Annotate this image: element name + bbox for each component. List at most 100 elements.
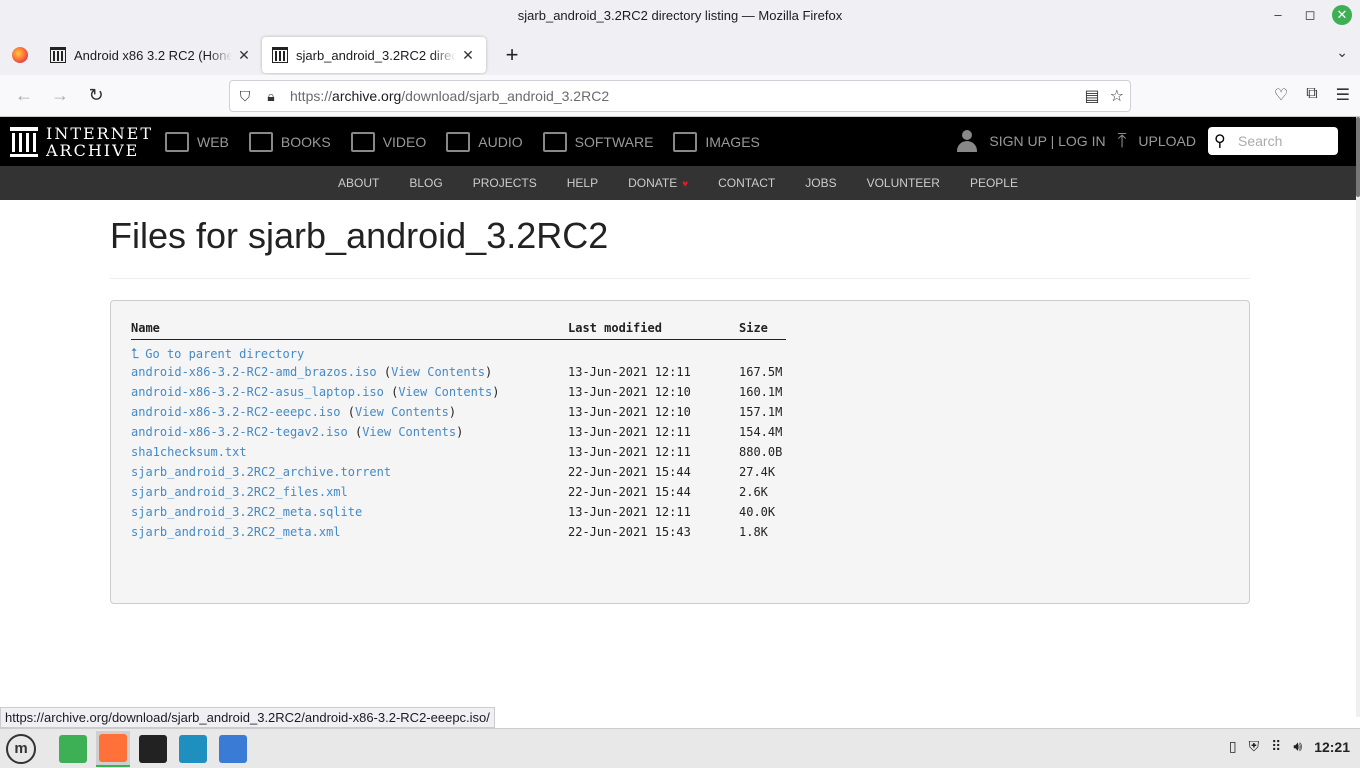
file-row: sjarb_android_3.2RC2_meta.sqlite 13-Jun-2… [131,502,786,522]
subnav-about[interactable]: ABOUT [338,176,379,190]
file-row: sjarb_android_3.2RC2_archive.torrent 22-J… [131,462,786,482]
list-all-tabs-icon[interactable]: ⌄ [1336,44,1348,61]
subnav-help[interactable]: HELP [567,176,598,190]
subnav-volunteer[interactable]: VOLUNTEER [867,176,940,190]
file-link[interactable]: android-x86-3.2-RC2-asus_laptop.iso [131,385,384,399]
reader-view-icon[interactable]: ▤ [1085,86,1100,106]
lock-icon[interactable]: 🔒︎ [260,88,282,105]
file-size: 880.0B [739,445,783,459]
file-link[interactable]: android-x86-3.2-RC2-amd_brazos.iso [131,365,377,379]
subnav-donate[interactable]: DONATE ♥ [628,176,688,190]
media-nav-label: IMAGES [705,133,760,150]
tab-close-icon[interactable]: ✕ [460,47,476,64]
taskbar-terminal[interactable] [136,731,170,767]
subnav-label: BLOG [409,176,443,190]
tab-close-icon[interactable]: ✕ [236,47,252,64]
files-icon [59,734,87,763]
column-header-name: Name [131,321,568,340]
media-nav-web[interactable]: WEB [165,131,229,152]
file-row: sha1checksum.txt 13-Jun-2021 12:11 880.0B [131,442,786,462]
clock[interactable]: 12:21 [1314,739,1350,755]
maximize-button[interactable]: ◻ [1300,5,1320,25]
directory-listing: Name Last modified Size ⮤ Go to parent di… [110,300,1250,604]
file-link[interactable]: android-x86-3.2-RC2-tegav2.iso [131,425,348,439]
subnav-label: VOLUNTEER [866,176,940,190]
minimize-button[interactable]: – [1268,5,1288,25]
file-link[interactable]: android-x86-3.2-RC2-eeepc.iso [131,405,341,419]
taskbar-system-monitor[interactable] [176,731,210,767]
subnav-blog[interactable]: BLOG [409,176,442,190]
parent-directory-icon[interactable]: ⮤ [131,346,139,362]
firefox-view-button[interactable] [0,34,40,75]
page-title: Files for sjarb_android_3.2RC2 [110,215,609,256]
media-nav-video[interactable]: VIDEO [350,131,426,152]
user-icon[interactable] [957,130,978,152]
subnav-jobs[interactable]: JOBS [805,176,836,190]
parent-directory-link[interactable]: Go to parent directory [145,347,304,361]
firefox-icon [99,733,127,762]
subnav-projects[interactable]: PROJECTS [473,176,537,190]
shield-icon[interactable]: ⛉ [234,88,256,105]
file-link[interactable]: sjarb_android_3.2RC2_files.xml [131,485,348,499]
taskbar-firefox[interactable] [96,730,130,767]
media-nav-books[interactable]: BOOKS [248,131,331,152]
file-size: 160.1M [739,385,783,399]
bookmark-star-icon[interactable]: ☆ [1110,86,1124,106]
subnav-people[interactable]: PEOPLE [970,176,1018,190]
security-shield-icon[interactable]: ⛨ [1249,738,1260,755]
file-link[interactable]: sjarb_android_3.2RC2_meta.sqlite [131,505,362,519]
column-header-modified: Last modified [568,321,739,340]
file-modified: 13-Jun-2021 12:10 [568,405,691,419]
tab-android-x86[interactable]: Android x86 3.2 RC2 (Honeycomb ✕ [40,37,262,73]
menu-icon[interactable]: ☰ [1336,85,1350,105]
window-titlebar: sjarb_android_3.2RC2 directory listing —… [0,0,1360,34]
close-window-button[interactable]: ✕ [1332,5,1352,25]
forward-button[interactable]: → [42,85,78,106]
file-link[interactable]: sjarb_android_3.2RC2_meta.xml [131,525,341,539]
search-placeholder: Search [1238,133,1283,149]
view-contents-link[interactable]: View Contents [362,425,456,439]
upload-icon[interactable]: ⤒ [1118,130,1127,153]
new-tab-button[interactable]: + [494,42,530,68]
file-link[interactable]: sjarb_android_3.2RC2_archive.torrent [131,465,391,479]
extensions-icon[interactable]: ⧉ [1306,85,1317,105]
url-bar[interactable]: ⛉ 🔒︎ https://archive.org/download/sjarb_… [229,80,1131,112]
subnav-contact[interactable]: CONTACT [718,176,775,190]
reload-button[interactable]: ↻ [78,85,114,106]
divider [110,278,1250,279]
start-menu-button[interactable]: m [6,733,36,764]
upload-link[interactable]: UPLOAD [1138,133,1196,149]
clipboard-icon[interactable]: ▯ [1229,738,1237,755]
scrollbar-thumb[interactable] [1356,117,1360,197]
view-contents-link[interactable]: View Contents [391,365,485,379]
page-scrollbar[interactable] [1356,117,1360,717]
taskbar-bit-64-app[interactable] [216,731,250,767]
url-text[interactable]: https://archive.org/download/sjarb_andro… [290,88,609,104]
file-size: 40.0K [739,505,776,519]
search-icon: ⚲ [1214,133,1226,150]
media-nav-label: AUDIO [478,133,523,150]
subnav-label: DONATE [628,176,678,190]
system-monitor-icon [179,734,207,763]
terminal-icon [139,734,167,763]
media-nav-audio[interactable]: AUDIO [446,131,523,152]
file-link[interactable]: sha1checksum.txt [131,445,247,459]
tab-directory-listing[interactable]: sjarb_android_3.2RC2 directory ✕ [262,37,486,73]
taskbar-files[interactable] [56,731,90,767]
network-icon[interactable]: ⠿ [1271,738,1281,755]
media-nav-software[interactable]: SOFTWARE [542,131,653,152]
volume-icon[interactable]: 🔊︎ [1293,738,1302,755]
file-modified: 13-Jun-2021 12:11 [568,425,691,439]
image-icon [673,131,698,152]
view-contents-link[interactable]: View Contents [355,405,449,419]
back-button[interactable]: ← [6,85,42,106]
view-contents-link[interactable]: View Contents [398,385,492,399]
ia-logo[interactable]: INTERNET ARCHIVE [10,125,160,159]
signup-login-link[interactable]: SIGN UP | LOG IN [989,133,1105,149]
media-nav-images[interactable]: IMAGES [673,131,760,152]
file-modified: 13-Jun-2021 12:11 [568,365,691,379]
search-input[interactable]: ⚲ Search [1208,127,1338,155]
media-nav-label: WEB [197,133,229,150]
pocket-icon[interactable]: ♡ [1274,85,1288,105]
link-status-bar: https://archive.org/download/sjarb_andro… [0,707,495,728]
